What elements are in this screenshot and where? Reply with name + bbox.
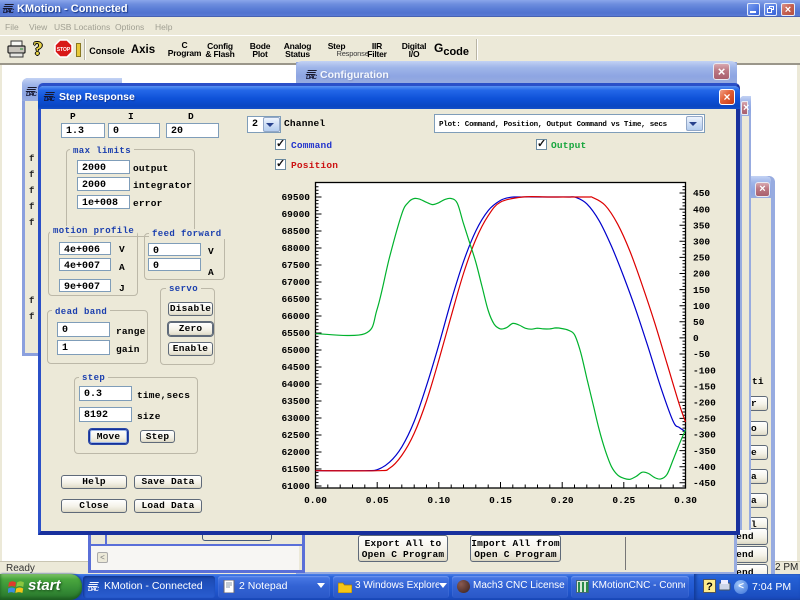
svg-text:67500: 67500 bbox=[281, 260, 310, 271]
svg-text:62000: 62000 bbox=[281, 447, 310, 458]
svg-text:69000: 69000 bbox=[281, 209, 310, 220]
svg-text:0.10: 0.10 bbox=[427, 495, 450, 506]
svg-text:-400: -400 bbox=[693, 462, 716, 473]
svg-text:350: 350 bbox=[693, 220, 710, 231]
svg-text:450: 450 bbox=[693, 188, 710, 199]
svg-text:66000: 66000 bbox=[281, 311, 310, 322]
svg-text:-50: -50 bbox=[693, 349, 710, 360]
svg-text:67000: 67000 bbox=[281, 277, 310, 288]
svg-text:64500: 64500 bbox=[281, 362, 310, 373]
svg-text:-250: -250 bbox=[693, 414, 716, 425]
svg-text:100: 100 bbox=[693, 301, 710, 312]
svg-text:-200: -200 bbox=[693, 398, 716, 409]
svg-text:61500: 61500 bbox=[281, 464, 310, 475]
svg-text:0.00: 0.00 bbox=[304, 495, 327, 506]
svg-text:250: 250 bbox=[693, 253, 710, 264]
svg-text:0.20: 0.20 bbox=[551, 495, 574, 506]
svg-text:62500: 62500 bbox=[281, 430, 310, 441]
svg-text:65500: 65500 bbox=[281, 328, 310, 339]
svg-text:0.15: 0.15 bbox=[489, 495, 512, 506]
svg-text:0.05: 0.05 bbox=[366, 495, 389, 506]
svg-text:-300: -300 bbox=[693, 430, 716, 441]
svg-text:0.25: 0.25 bbox=[612, 495, 635, 506]
svg-text:68000: 68000 bbox=[281, 243, 310, 254]
svg-text:61000: 61000 bbox=[281, 481, 310, 492]
svg-text:400: 400 bbox=[693, 204, 710, 215]
svg-text:150: 150 bbox=[693, 285, 710, 296]
svg-text:69500: 69500 bbox=[281, 192, 310, 203]
svg-text:300: 300 bbox=[693, 237, 710, 248]
svg-text:0: 0 bbox=[693, 333, 699, 344]
svg-text:-350: -350 bbox=[693, 446, 716, 457]
svg-text:68500: 68500 bbox=[281, 226, 310, 237]
svg-text:63000: 63000 bbox=[281, 413, 310, 424]
svg-text:66500: 66500 bbox=[281, 294, 310, 305]
svg-text:64000: 64000 bbox=[281, 379, 310, 390]
svg-text:0.30: 0.30 bbox=[674, 495, 697, 506]
svg-text:63500: 63500 bbox=[281, 396, 310, 407]
svg-text:-150: -150 bbox=[693, 381, 716, 392]
svg-text:65000: 65000 bbox=[281, 345, 310, 356]
svg-text:-450: -450 bbox=[693, 478, 716, 489]
svg-text:-100: -100 bbox=[693, 365, 716, 376]
svg-text:50: 50 bbox=[693, 317, 705, 328]
svg-text:200: 200 bbox=[693, 269, 710, 280]
